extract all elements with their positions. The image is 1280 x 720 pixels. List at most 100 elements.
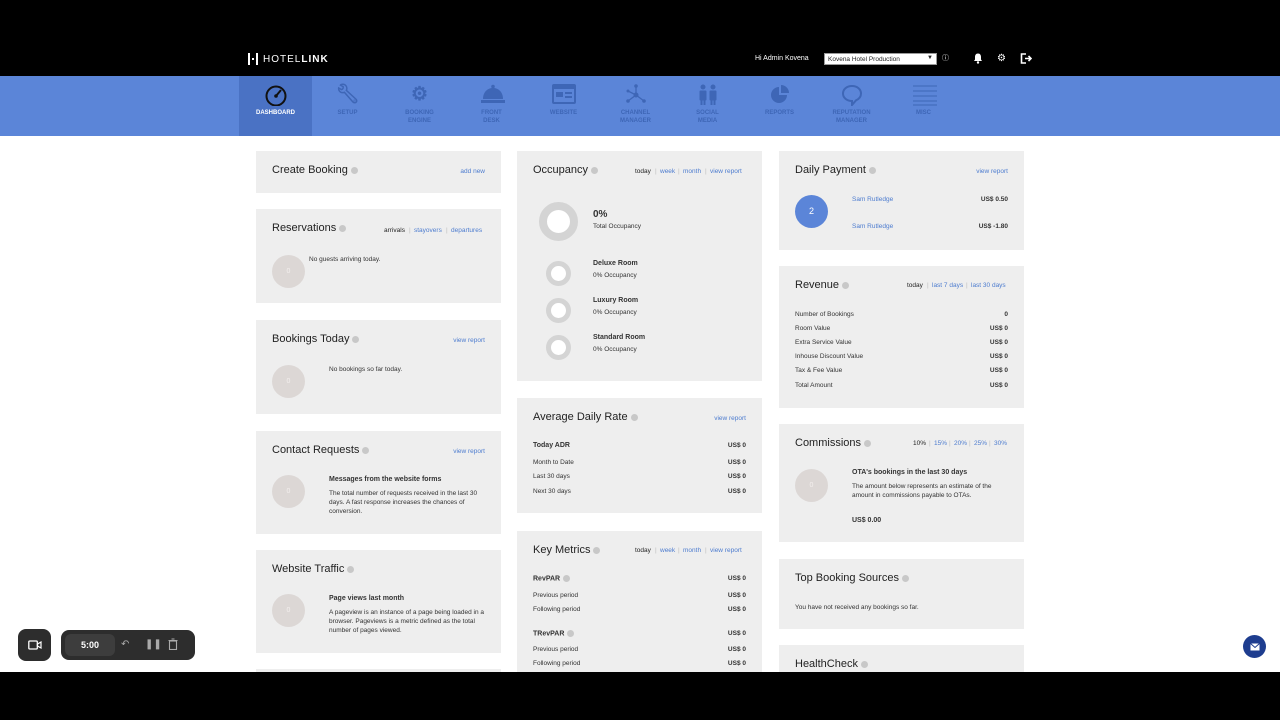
room-name: Deluxe Room [593,260,638,267]
help-icon[interactable] [352,335,360,343]
speech-bubble-icon [840,84,864,108]
help-icon[interactable] [563,575,571,582]
people-icon [696,84,720,106]
pause-icon[interactable]: ❚❚ [145,638,162,652]
rate-option[interactable]: 25% [974,440,987,447]
settings-gear-icon[interactable]: ⚙ [997,53,1006,65]
nav-setup[interactable]: 🔧︎ SETUP [311,76,384,136]
nav-reports[interactable]: REPORTS [743,76,816,136]
revenue-value: US$ 0 [989,382,1008,389]
tab-separator: | [966,282,968,289]
tab-stayovers[interactable]: stayovers [414,227,442,234]
logo-text-bold: LINK [301,53,329,65]
help-icon[interactable] [347,565,355,573]
view-report-link[interactable]: view report [710,168,742,175]
rate-option[interactable]: 30% [994,440,1007,447]
tab-week[interactable]: week [660,547,675,554]
tab-arrivals[interactable]: arrivals [384,227,405,234]
help-icon[interactable] [842,281,850,289]
notification-bell-icon[interactable] [973,53,983,68]
undo-icon[interactable]: ↶ [121,638,129,652]
pie-chart-icon [768,84,792,106]
nav-dashboard[interactable]: DASHBOARD [239,76,312,138]
nav-misc[interactable]: MISC [887,76,960,136]
rate-option[interactable]: 10% [913,440,926,447]
help-icon[interactable] [864,439,872,447]
reservations-message: No guests arriving today. [309,256,381,263]
nav-label: REPUTATION [832,110,871,116]
help-icon[interactable] [593,546,601,554]
previous-period-label: Previous period [533,592,579,599]
help-icon[interactable] [567,630,575,637]
browser-icon [551,84,576,106]
view-report-link[interactable]: view report [976,168,1008,175]
daily-payment-card: Daily Payment view report 2 Sam Rutledge… [779,151,1024,250]
card-title: Reservations [272,222,347,234]
trevpar-value: US$ 0 [727,630,746,637]
nav-channel-manager[interactable]: CHANNEL MANAGER [599,76,672,136]
tab-month[interactable]: month [683,168,701,175]
nav-label-line2: MANAGER [836,118,867,124]
nav-reputation-manager[interactable]: REPUTATION MANAGER [815,76,888,136]
view-report-link[interactable]: view report [453,337,485,344]
nav-label: WEBSITE [549,110,578,116]
healthcheck-card: HealthCheck [779,645,1024,672]
camera-button[interactable] [18,629,51,661]
nav-front-desk[interactable]: FRONT DESK [455,76,528,136]
envelope-icon [1249,641,1260,651]
card-title: HealthCheck [795,658,868,670]
trash-icon[interactable] [168,638,178,655]
revenue-label: Room Value [795,325,831,332]
help-icon[interactable] [901,574,909,582]
payment-amount: US$ -1.80 [978,223,1008,230]
tab-last-7-days[interactable]: last 7 days [932,282,963,289]
nav-label-line2: ENGINE [407,118,431,124]
hotel-select[interactable]: Kovena Hotel Production ▼ [824,53,937,65]
logout-icon[interactable] [1020,53,1033,68]
view-report-link[interactable]: view report [710,547,742,554]
nav-booking-engine[interactable]: ⚙ BOOKING ENGINE [383,76,456,136]
room-occupancy: 0% Occupancy [593,309,637,316]
tab-separator: | [989,440,991,447]
payment-guest-link[interactable]: Sam Rutledge [852,223,893,230]
view-report-link[interactable]: view report [453,448,485,455]
list-icon [912,84,937,106]
tab-last-30-days[interactable]: last 30 days [971,282,1006,289]
add-new-link[interactable]: add new [460,168,485,175]
nav-label: REPORTS [764,110,794,116]
help-icon[interactable] [350,166,358,174]
traffic-text: A pageview is an instance of a page bein… [329,609,485,634]
wrench-icon: 🔧︎ [335,84,360,105]
help-icon[interactable] [860,660,868,668]
nav-website[interactable]: WEBSITE [527,76,600,136]
commissions-text: The amount below represents an estimate … [852,483,992,499]
help-icon[interactable] [339,224,347,232]
room-occupancy: 0% Occupancy [593,346,637,353]
occupancy-card: Occupancy today | week | month | view re… [517,151,762,381]
card-title: Daily Payment [795,164,876,176]
payment-guest-link[interactable]: Sam Rutledge [852,196,893,203]
rate-option[interactable]: 15% [934,440,947,447]
tab-month[interactable]: month [683,547,701,554]
info-icon[interactable]: ⓘ [942,53,949,65]
total-occupancy-pct: 0% [593,209,608,220]
hotellink-logo[interactable]: HOTEL LINK [248,53,329,65]
message-button[interactable] [1243,635,1266,658]
tab-today[interactable]: today [635,547,651,554]
tab-separator: | [705,168,707,175]
view-report-link[interactable]: view report [714,415,746,422]
top-booking-sources-card: Top Booking Sources You have not receive… [779,559,1024,629]
help-icon[interactable] [591,166,599,174]
help-icon[interactable] [362,446,370,454]
tab-today[interactable]: today [907,282,923,289]
payment-amount: US$ 0.50 [980,196,1008,203]
tab-today[interactable]: today [635,168,651,175]
tab-week[interactable]: week [660,168,675,175]
speedometer-icon [264,84,288,107]
nav-social-media[interactable]: SOCIAL MEDIA [671,76,744,136]
trevpar-label: TRevPAR [533,630,575,637]
tab-departures[interactable]: departures [451,227,482,234]
help-icon[interactable] [630,413,638,421]
rate-option[interactable]: 20% [954,440,967,447]
help-icon[interactable] [868,166,876,174]
